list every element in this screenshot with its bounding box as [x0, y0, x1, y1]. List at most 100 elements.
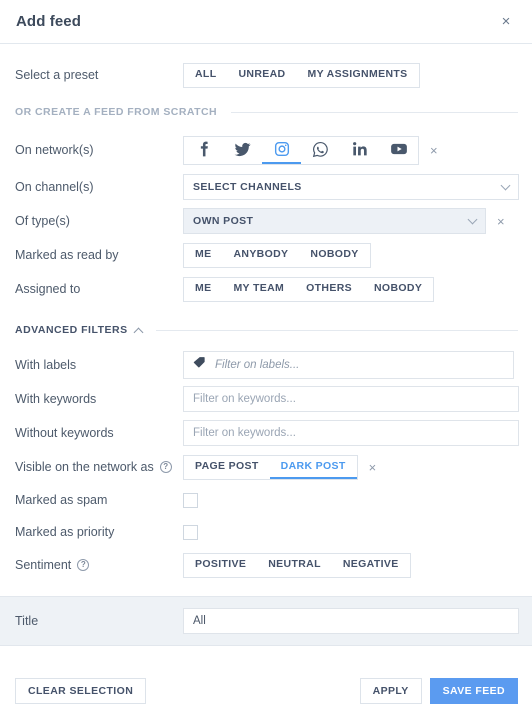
- channels-select[interactable]: SELECT CHANNELS: [183, 174, 519, 200]
- read-by-control: ME ANYBODY NOBODY: [183, 242, 518, 268]
- help-icon[interactable]: ?: [159, 461, 172, 473]
- save-feed-button[interactable]: SAVE FEED: [429, 678, 518, 704]
- chevron-down-icon: [500, 180, 511, 190]
- networks-control: ×: [183, 135, 518, 165]
- assigned-to-option-others[interactable]: OTHERS: [295, 278, 363, 301]
- read-by-option-me[interactable]: ME: [184, 244, 222, 267]
- sentiment-segmented-group: POSITIVE NEUTRAL NEGATIVE: [183, 552, 411, 578]
- assigned-to-option-me[interactable]: ME: [184, 278, 222, 301]
- read-by-segmented-group: ME ANYBODY NOBODY: [183, 242, 371, 268]
- networks-clear-icon[interactable]: ×: [430, 144, 438, 157]
- with-keywords-input[interactable]: [183, 386, 519, 412]
- assigned-to-option-my-team[interactable]: MY TEAM: [222, 278, 295, 301]
- preset-option-unread[interactable]: UNREAD: [227, 64, 296, 87]
- visibility-label: Visible on the network as: [15, 460, 154, 474]
- row-priority: Marked as priority: [0, 516, 532, 548]
- assigned-to-control: ME MY TEAM OTHERS NOBODY: [183, 276, 518, 302]
- with-labels-control: Filter on labels...: [183, 351, 518, 379]
- sentiment-option-negative[interactable]: NEGATIVE: [332, 554, 410, 577]
- assigned-to-option-nobody[interactable]: NOBODY: [363, 278, 433, 301]
- clear-selection-button[interactable]: CLEAR SELECTION: [15, 678, 147, 704]
- types-select[interactable]: OWN POST: [183, 208, 486, 234]
- help-icon[interactable]: ?: [77, 559, 90, 571]
- dialog-footer: CLEAR SELECTION APPLY SAVE FEED: [0, 668, 532, 714]
- advanced-filters-label: ADVANCED FILTERS: [15, 324, 128, 336]
- preset-control: ALL UNREAD MY ASSIGNMENTS: [183, 62, 518, 88]
- with-labels-field[interactable]: Filter on labels...: [183, 351, 514, 379]
- chevron-down-icon: [467, 214, 478, 224]
- priority-checkbox[interactable]: [183, 524, 198, 540]
- visibility-control: PAGE POST DARK POST ×: [183, 454, 518, 480]
- divider-line: [231, 111, 518, 113]
- youtube-icon[interactable]: [379, 137, 418, 164]
- chevron-up-icon: [133, 327, 144, 337]
- sentiment-option-positive[interactable]: POSITIVE: [184, 554, 257, 577]
- sentiment-label-wrap: Sentiment ?: [15, 558, 183, 572]
- row-preset: Select a preset ALL UNREAD MY ASSIGNMENT…: [0, 58, 532, 92]
- facebook-icon[interactable]: [184, 137, 223, 164]
- row-spam: Marked as spam: [0, 484, 532, 516]
- with-labels-label: With labels: [15, 358, 77, 372]
- visibility-option-dark-post[interactable]: DARK POST: [269, 456, 357, 479]
- without-keywords-input[interactable]: [183, 420, 519, 446]
- with-labels-placeholder: Filter on labels...: [215, 359, 300, 371]
- sentiment-label: Sentiment: [15, 558, 72, 572]
- advanced-filters-toggle[interactable]: ADVANCED FILTERS: [15, 324, 144, 337]
- spam-checkbox[interactable]: [183, 492, 198, 508]
- without-keywords-control: [183, 420, 519, 446]
- row-networks: On network(s) ×: [0, 130, 532, 170]
- types-control: OWN POST ×: [183, 208, 518, 234]
- visibility-clear-icon[interactable]: ×: [369, 461, 377, 474]
- preset-option-my-assignments[interactable]: MY ASSIGNMENTS: [297, 64, 419, 87]
- with-keywords-control: [183, 386, 519, 412]
- spam-label: Marked as spam: [15, 493, 108, 507]
- spam-control: [183, 492, 518, 508]
- priority-label: Marked as priority: [15, 525, 115, 539]
- tag-icon: [193, 356, 206, 374]
- title-control: [183, 608, 519, 634]
- priority-control: [183, 524, 518, 540]
- divider-line: [155, 329, 518, 331]
- close-icon[interactable]: ×: [496, 12, 516, 32]
- read-by-option-nobody[interactable]: NOBODY: [299, 244, 369, 267]
- dialog-header: Add feed ×: [0, 0, 532, 44]
- preset-label: Select a preset: [15, 68, 99, 82]
- assigned-to-label: Assigned to: [15, 282, 81, 296]
- dialog-body: Select a preset ALL UNREAD MY ASSIGNMENT…: [0, 44, 532, 668]
- apply-button[interactable]: APPLY: [359, 678, 422, 704]
- channels-control: SELECT CHANNELS: [183, 174, 519, 200]
- types-select-value: OWN POST: [193, 215, 254, 227]
- preset-option-all[interactable]: ALL: [184, 64, 227, 87]
- twitter-icon[interactable]: [223, 137, 262, 164]
- visibility-label-wrap: Visible on the network as ?: [15, 460, 183, 474]
- linkedin-icon[interactable]: [340, 137, 379, 164]
- row-read-by: Marked as read by ME ANYBODY NOBODY: [0, 238, 532, 272]
- row-visibility: Visible on the network as ? PAGE POST DA…: [0, 450, 532, 484]
- row-with-keywords: With keywords: [0, 382, 532, 416]
- row-assigned-to: Assigned to ME MY TEAM OTHERS NOBODY: [0, 272, 532, 306]
- scratch-divider-label: OR CREATE A FEED FROM SCRATCH: [15, 106, 218, 118]
- sentiment-option-neutral[interactable]: NEUTRAL: [257, 554, 332, 577]
- page-title: Add feed: [16, 13, 81, 30]
- add-feed-dialog: Add feed × Select a preset ALL UNREAD MY…: [0, 0, 532, 714]
- types-label: Of type(s): [15, 214, 70, 228]
- row-types: Of type(s) OWN POST ×: [0, 204, 532, 238]
- row-without-keywords: Without keywords: [0, 416, 532, 450]
- title-strip: Title: [0, 596, 532, 646]
- row-channels: On channel(s) SELECT CHANNELS: [0, 170, 532, 204]
- row-sentiment: Sentiment ? POSITIVE NEUTRAL NEGATIVE: [0, 548, 532, 582]
- read-by-option-anybody[interactable]: ANYBODY: [222, 244, 299, 267]
- whatsapp-icon[interactable]: [301, 137, 340, 164]
- types-clear-icon[interactable]: ×: [497, 215, 505, 228]
- scratch-divider: OR CREATE A FEED FROM SCRATCH: [0, 106, 532, 118]
- visibility-option-page-post[interactable]: PAGE POST: [184, 456, 270, 479]
- instagram-icon[interactable]: [262, 137, 301, 164]
- title-input[interactable]: [183, 608, 519, 634]
- channels-label: On channel(s): [15, 180, 94, 194]
- read-by-label: Marked as read by: [15, 248, 119, 262]
- preset-segmented-group: ALL UNREAD MY ASSIGNMENTS: [183, 62, 420, 88]
- advanced-filters-divider: ADVANCED FILTERS: [0, 324, 532, 337]
- visibility-segmented-group: PAGE POST DARK POST: [183, 454, 358, 480]
- networks-label: On network(s): [15, 143, 94, 157]
- network-icon-group: [183, 135, 419, 165]
